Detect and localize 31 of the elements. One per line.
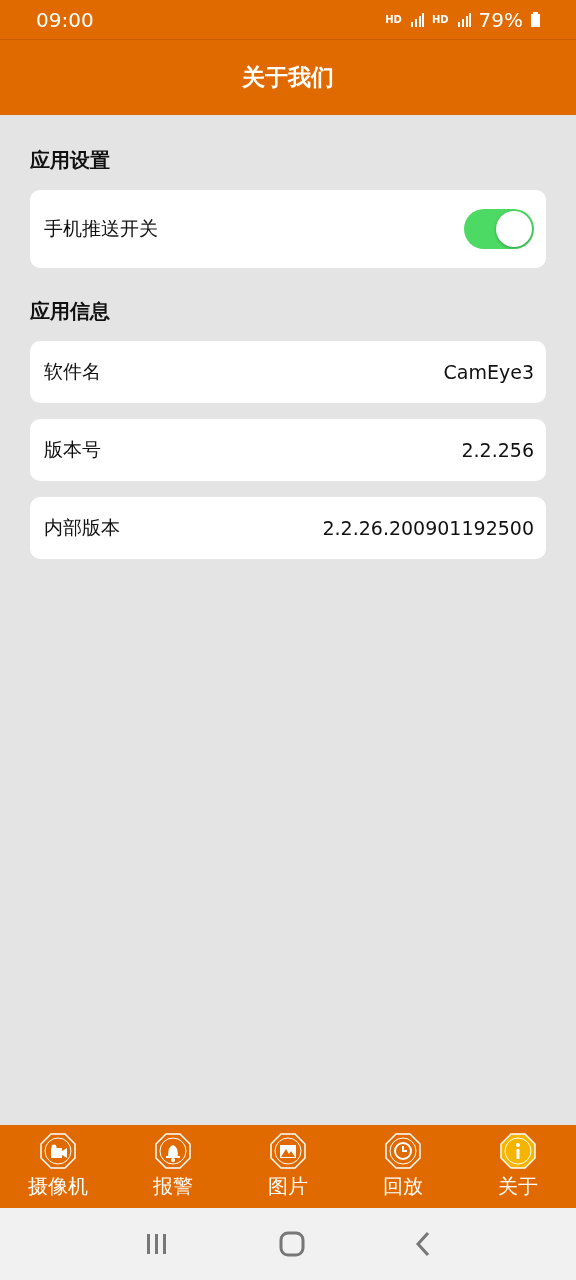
info-label: 软件名 (44, 359, 101, 384)
nav-tab[interactable]: 图片 (237, 1133, 338, 1200)
info-value: CamEye3 (443, 361, 534, 383)
tab-label: 关于 (498, 1173, 539, 1200)
home-icon[interactable] (279, 1231, 305, 1257)
nav-tab[interactable]: 关于 (468, 1133, 569, 1200)
setting-label: 手机推送开关 (44, 216, 158, 241)
tab-label: 图片 (267, 1173, 308, 1200)
nav-tab[interactable]: 报警 (122, 1133, 223, 1200)
nav-tab[interactable]: 摄像机 (7, 1133, 108, 1200)
info-value: 2.2.256 (461, 439, 534, 461)
tab-label: 回放 (383, 1173, 424, 1200)
signal-icon (409, 12, 424, 27)
page-title: 关于我们 (242, 63, 334, 92)
section-title: 应用信息 (30, 298, 111, 325)
signal-icon (456, 12, 471, 27)
info-value: 2.2.26.200901192500 (322, 517, 534, 539)
battery-icon (531, 12, 540, 27)
battery-percent: 79% (478, 7, 523, 32)
info-label: 内部版本 (44, 515, 120, 540)
status-time: 09:00 (36, 7, 94, 32)
section-title: 应用设置 (30, 147, 111, 174)
nav-tab[interactable]: 回放 (353, 1133, 454, 1200)
network-label: HD (431, 14, 449, 25)
network-label: HD (385, 14, 402, 25)
toggle-switch[interactable] (464, 209, 534, 249)
tab-label: 摄像机 (27, 1173, 88, 1200)
recent-apps-icon[interactable] (145, 1232, 169, 1256)
tab-label: 报警 (152, 1173, 193, 1200)
back-icon[interactable] (415, 1231, 431, 1257)
info-label: 版本号 (44, 437, 101, 462)
